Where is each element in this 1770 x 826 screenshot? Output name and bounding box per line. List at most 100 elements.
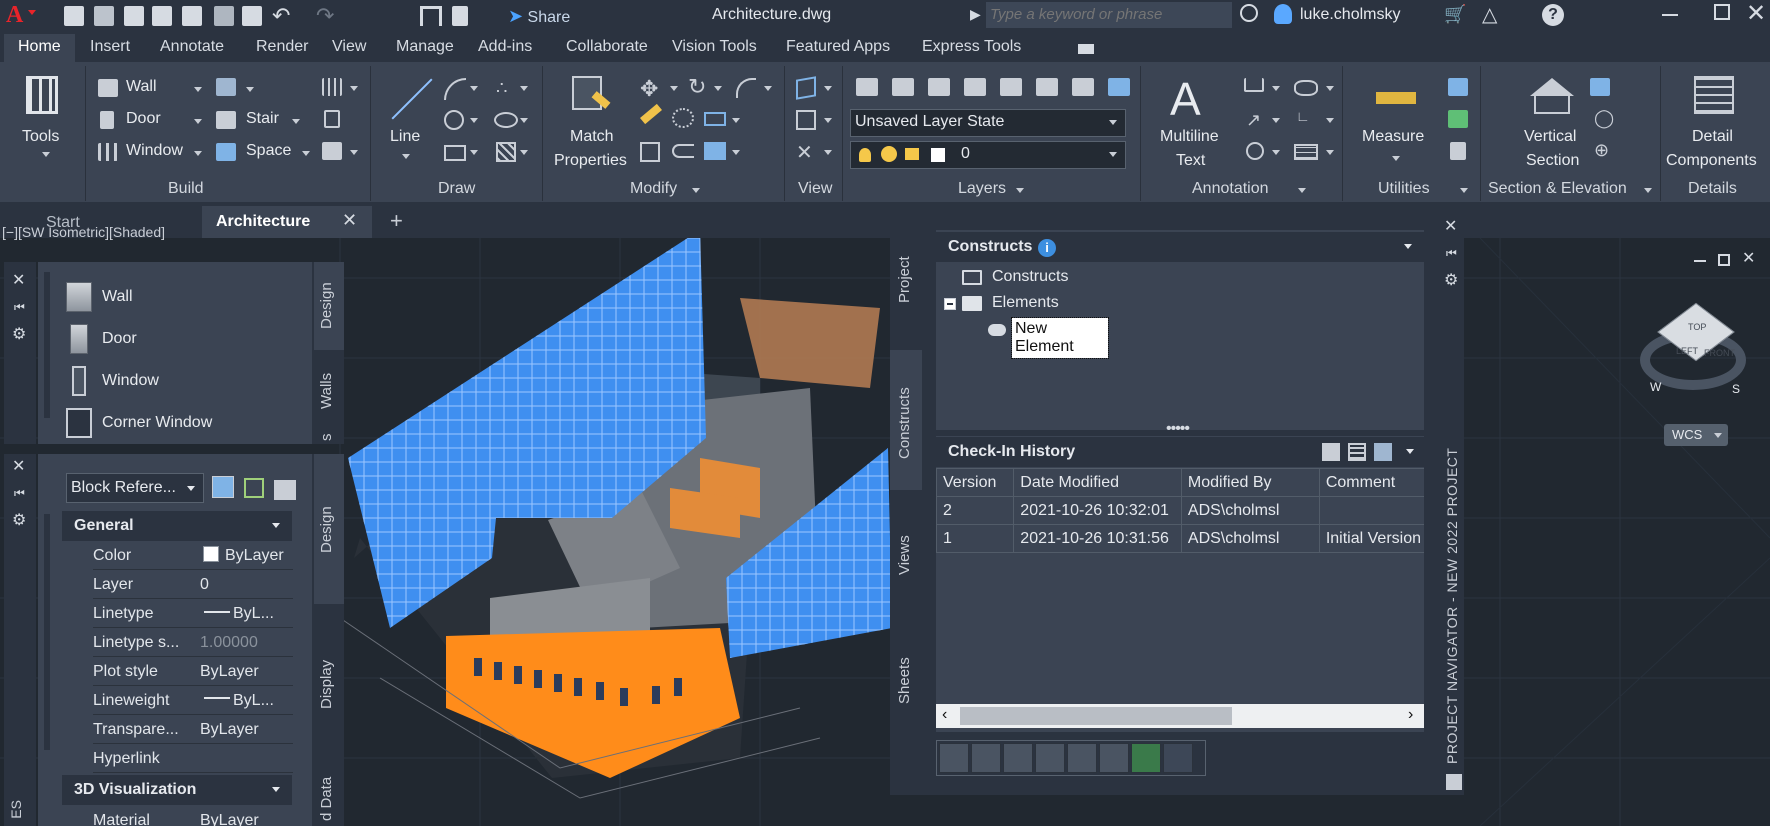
tool-wall[interactable]: Wall bbox=[64, 280, 264, 316]
property-row[interactable]: Linetype ByL... bbox=[93, 599, 293, 628]
move-icon[interactable]: ✥ bbox=[640, 76, 658, 102]
layers-group-button[interactable]: Layers bbox=[950, 178, 1030, 200]
column-icon[interactable] bbox=[324, 110, 340, 128]
vertical-section-button[interactable]: Vertical Section bbox=[1500, 72, 1600, 172]
pn-close[interactable]: ✕ bbox=[1444, 216, 1457, 236]
open-web-icon[interactable] bbox=[182, 6, 202, 26]
property-row[interactable]: Plot style ByLayer bbox=[93, 657, 293, 686]
col-date-modified[interactable]: Date Modified bbox=[1013, 468, 1182, 497]
wcs-dropdown[interactable]: WCS bbox=[1664, 424, 1728, 446]
tab-collaborate[interactable]: Collaborate bbox=[566, 38, 648, 62]
add-construct-icon[interactable] bbox=[939, 743, 969, 773]
mirror-icon[interactable] bbox=[704, 112, 726, 126]
leader-caret[interactable] bbox=[1272, 118, 1280, 123]
viewport-icon[interactable] bbox=[796, 110, 816, 130]
select-objects-icon[interactable] bbox=[244, 478, 264, 498]
move-caret[interactable] bbox=[670, 86, 678, 91]
spreadsheet-icon[interactable] bbox=[1099, 743, 1129, 773]
properties-tab-extended-data[interactable]: d Data bbox=[314, 766, 344, 826]
property-row[interactable]: Layer 0 bbox=[93, 570, 293, 599]
elevation-label-caret[interactable] bbox=[1326, 118, 1334, 123]
properties-scroll[interactable] bbox=[44, 514, 50, 750]
col-comment[interactable]: Comment bbox=[1318, 468, 1424, 497]
property-row-material[interactable]: Material ByLayer bbox=[93, 806, 293, 826]
history-hscrollbar[interactable]: ‹ › bbox=[936, 704, 1424, 728]
viewport-close[interactable]: ✕ bbox=[1742, 248, 1755, 268]
expand-arrow-icon[interactable]: ▶ bbox=[970, 6, 981, 23]
tree-elements[interactable]: Elements bbox=[944, 292, 1144, 316]
dimension-icon[interactable] bbox=[1244, 78, 1264, 92]
tools-button[interactable]: Tools bbox=[8, 72, 74, 162]
workspace-icon[interactable] bbox=[420, 6, 442, 26]
save-as-icon[interactable] bbox=[152, 6, 172, 26]
tool-corner-window[interactable]: Corner Window bbox=[64, 406, 264, 442]
scroll-left-icon[interactable]: ‹ bbox=[942, 706, 947, 724]
layer-previous-icon[interactable] bbox=[928, 78, 950, 96]
help-icon[interactable]: ? bbox=[1542, 4, 1564, 26]
table-caret[interactable] bbox=[1326, 150, 1334, 155]
viewport-caret[interactable] bbox=[824, 118, 832, 123]
toggle-pickadd-icon[interactable] bbox=[274, 480, 296, 500]
cube-view-caret[interactable] bbox=[824, 86, 832, 91]
layer-freeze-icon[interactable] bbox=[1000, 78, 1022, 96]
rotate-caret[interactable] bbox=[714, 86, 722, 91]
save-web-icon[interactable] bbox=[214, 6, 234, 26]
pn-tab-sheets[interactable]: Sheets bbox=[890, 626, 922, 736]
match-properties-button[interactable]: Match Properties bbox=[550, 72, 632, 172]
tool-palette-close[interactable]: ✕ bbox=[12, 270, 25, 290]
scroll-right-icon[interactable]: › bbox=[1408, 706, 1413, 724]
window-button[interactable]: Window bbox=[98, 140, 208, 166]
pn-footer-icon[interactable] bbox=[1446, 774, 1462, 790]
architecture-tab[interactable]: Architecture ✕ bbox=[202, 206, 372, 238]
property-row[interactable]: Linetype s... 1.00000 bbox=[93, 628, 293, 657]
general-section-header[interactable]: General bbox=[62, 511, 292, 541]
tab-render[interactable]: Render bbox=[256, 38, 308, 62]
pn-tab-project[interactable]: Project bbox=[890, 220, 922, 340]
property-row[interactable]: Color ByLayer bbox=[93, 541, 293, 570]
list-view-icon[interactable] bbox=[1348, 443, 1366, 461]
properties-settings-icon[interactable]: ⚙ bbox=[12, 510, 26, 530]
tab-design[interactable]: Design bbox=[314, 262, 344, 350]
search-icon[interactable] bbox=[1240, 4, 1258, 22]
leader-icon[interactable]: ↗ bbox=[1246, 110, 1261, 131]
modify-group-button[interactable]: Modify bbox=[626, 178, 706, 200]
selection-dropdown[interactable]: Block Refere... bbox=[66, 473, 204, 503]
tab-annotate[interactable]: Annotate bbox=[160, 38, 224, 62]
pn-autohide[interactable]: ⏮ bbox=[1446, 246, 1457, 261]
calculator-icon[interactable] bbox=[1450, 142, 1466, 160]
history-row[interactable]: 2 2021-10-26 10:32:01 ADS\cholmsl bbox=[936, 496, 1424, 525]
redo-icon[interactable]: ↷ bbox=[316, 3, 334, 29]
layer-walk-icon[interactable] bbox=[1108, 78, 1130, 96]
viewcube[interactable]: TOP LEFT FRONT W S bbox=[1634, 300, 1764, 410]
pn-settings-icon[interactable]: ⚙ bbox=[1444, 270, 1458, 290]
ellipse-caret[interactable] bbox=[520, 118, 528, 123]
tab-add-ins[interactable]: Add-ins bbox=[478, 38, 532, 62]
visual-style-caret[interactable] bbox=[824, 150, 832, 155]
property-row[interactable]: Lineweight ByL... bbox=[93, 686, 293, 715]
tag-icon[interactable] bbox=[1246, 142, 1264, 160]
col-modified-by[interactable]: Modified By bbox=[1180, 468, 1320, 497]
add-element-icon[interactable] bbox=[971, 743, 1001, 773]
app-menu-button[interactable]: A bbox=[4, 2, 44, 30]
open-xref-icon[interactable] bbox=[1035, 743, 1065, 773]
utilities-group-button[interactable]: Utilities bbox=[1376, 178, 1472, 200]
constructs-menu-caret[interactable] bbox=[1404, 244, 1412, 249]
visualization-section-header[interactable]: 3D Visualization bbox=[62, 775, 292, 805]
save-icon[interactable] bbox=[124, 6, 144, 26]
refresh-icon[interactable] bbox=[1131, 743, 1161, 773]
viewport-controls-label[interactable]: [−][SW Isometric][Shaded] bbox=[2, 224, 165, 240]
search-input[interactable] bbox=[986, 2, 1232, 28]
user-icon[interactable] bbox=[1274, 4, 1292, 24]
viewport-restore[interactable] bbox=[1718, 254, 1730, 266]
circle-caret[interactable] bbox=[470, 118, 478, 123]
compare-icon[interactable] bbox=[1374, 443, 1392, 461]
tool-window[interactable]: Window bbox=[64, 364, 264, 400]
undo-icon[interactable]: ↶ bbox=[272, 3, 290, 29]
multiline-text-button[interactable]: A Multiline Text bbox=[1148, 72, 1234, 172]
revision-cloud-caret[interactable] bbox=[1326, 86, 1334, 91]
select-similar-icon[interactable] bbox=[1448, 110, 1468, 128]
array-caret[interactable] bbox=[732, 150, 740, 155]
pn-tab-constructs[interactable]: Constructs bbox=[890, 350, 922, 490]
layer-match-icon[interactable] bbox=[892, 78, 914, 96]
circle-icon[interactable] bbox=[444, 110, 464, 130]
